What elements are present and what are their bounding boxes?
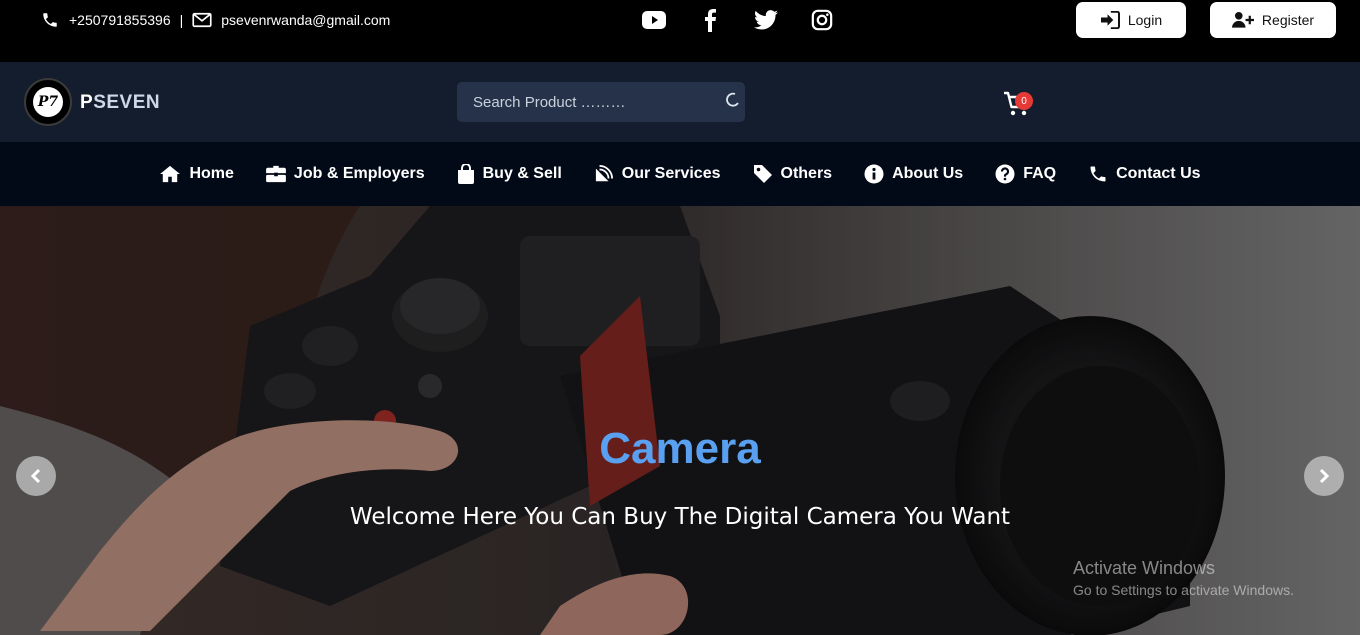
- login-button[interactable]: Login: [1076, 2, 1186, 38]
- instagram-icon[interactable]: [808, 6, 836, 34]
- watermark-line-1: Activate Windows: [1073, 558, 1216, 578]
- chevron-left-icon: [30, 468, 41, 484]
- loading-spinner-icon: [726, 92, 739, 107]
- facebook-icon[interactable]: [696, 6, 724, 34]
- nav-label: Others: [780, 165, 833, 182]
- nav-label: FAQ: [1023, 165, 1057, 182]
- hero-subtitle: Welcome Here You Can Buy The Digital Cam…: [349, 504, 1011, 530]
- watermark-line-2: Go to Settings to activate Windows.: [1073, 582, 1294, 598]
- nav-label: Buy & Sell: [482, 165, 562, 182]
- nav-item-others[interactable]: Others: [753, 164, 833, 184]
- hero-carousel: Camera Welcome Here You Can Buy The Digi…: [0, 206, 1360, 635]
- search-input[interactable]: [473, 93, 713, 111]
- email-address[interactable]: psevenrwanda@gmail.com: [221, 12, 390, 28]
- twitter-icon[interactable]: [752, 6, 780, 34]
- brand-rest: SEVEN: [93, 92, 161, 113]
- briefcase-icon: [266, 165, 286, 183]
- nav-item-contact[interactable]: Contact Us: [1088, 164, 1201, 184]
- nav-label: About Us: [892, 165, 964, 182]
- home-icon: [160, 165, 181, 183]
- carousel-next-button[interactable]: [1304, 456, 1344, 496]
- chevron-right-icon: [1319, 468, 1330, 484]
- windows-activation-watermark: Activate Windows Go to Settings to activ…: [1073, 558, 1294, 598]
- social-links: [640, 6, 864, 34]
- nav-label: Our Services: [621, 165, 721, 182]
- hero-title: Camera: [599, 424, 761, 473]
- register-label: Register: [1261, 12, 1315, 28]
- shopping-bag-icon: [457, 164, 474, 184]
- main-nav: Home Job & Employers Buy & Sell Our Serv…: [0, 142, 1360, 206]
- info-icon: [864, 164, 884, 184]
- nav-item-jobs[interactable]: Job & Employers: [266, 165, 425, 183]
- cart-count-badge: 0: [1015, 92, 1033, 110]
- satellite-dish-icon: [595, 165, 613, 182]
- brand-first-letter: P: [80, 92, 94, 113]
- contact-info: +250791855396 | psevenrwanda@gmail.com: [40, 10, 390, 30]
- nav-label: Contact Us: [1116, 165, 1201, 182]
- search-box: [457, 82, 745, 122]
- site-header: P7 PSEVEN: [0, 62, 1360, 142]
- sign-in-icon: [1100, 11, 1120, 29]
- brand-name[interactable]: PSEVEN: [80, 92, 160, 114]
- nav-item-home[interactable]: Home: [159, 165, 234, 183]
- question-icon: [995, 164, 1015, 184]
- logo[interactable]: P7: [24, 78, 72, 126]
- nav-item-about[interactable]: About Us: [864, 164, 963, 184]
- nav-item-buy-sell[interactable]: Buy & Sell: [457, 164, 562, 184]
- phone-icon: [40, 10, 60, 30]
- top-bar: +250791855396 | psevenrwanda@gmail.com L…: [0, 0, 1360, 62]
- nav-label: Home: [189, 165, 234, 182]
- nav-item-faq[interactable]: FAQ: [995, 164, 1056, 184]
- youtube-icon[interactable]: [640, 6, 668, 34]
- carousel-prev-button[interactable]: [16, 456, 56, 496]
- nav-item-services[interactable]: Our Services: [594, 165, 721, 183]
- contact-separator: |: [179, 12, 184, 28]
- user-plus-icon: [1231, 11, 1254, 28]
- envelope-icon: [192, 10, 212, 30]
- nav-label: Job & Employers: [293, 165, 425, 182]
- phone-number[interactable]: +250791855396: [69, 12, 171, 28]
- phone-icon: [1090, 166, 1106, 182]
- tag-icon: [753, 165, 772, 183]
- register-button[interactable]: Register: [1210, 2, 1336, 38]
- login-label: Login: [1127, 12, 1163, 28]
- logo-mark: P7: [33, 87, 63, 117]
